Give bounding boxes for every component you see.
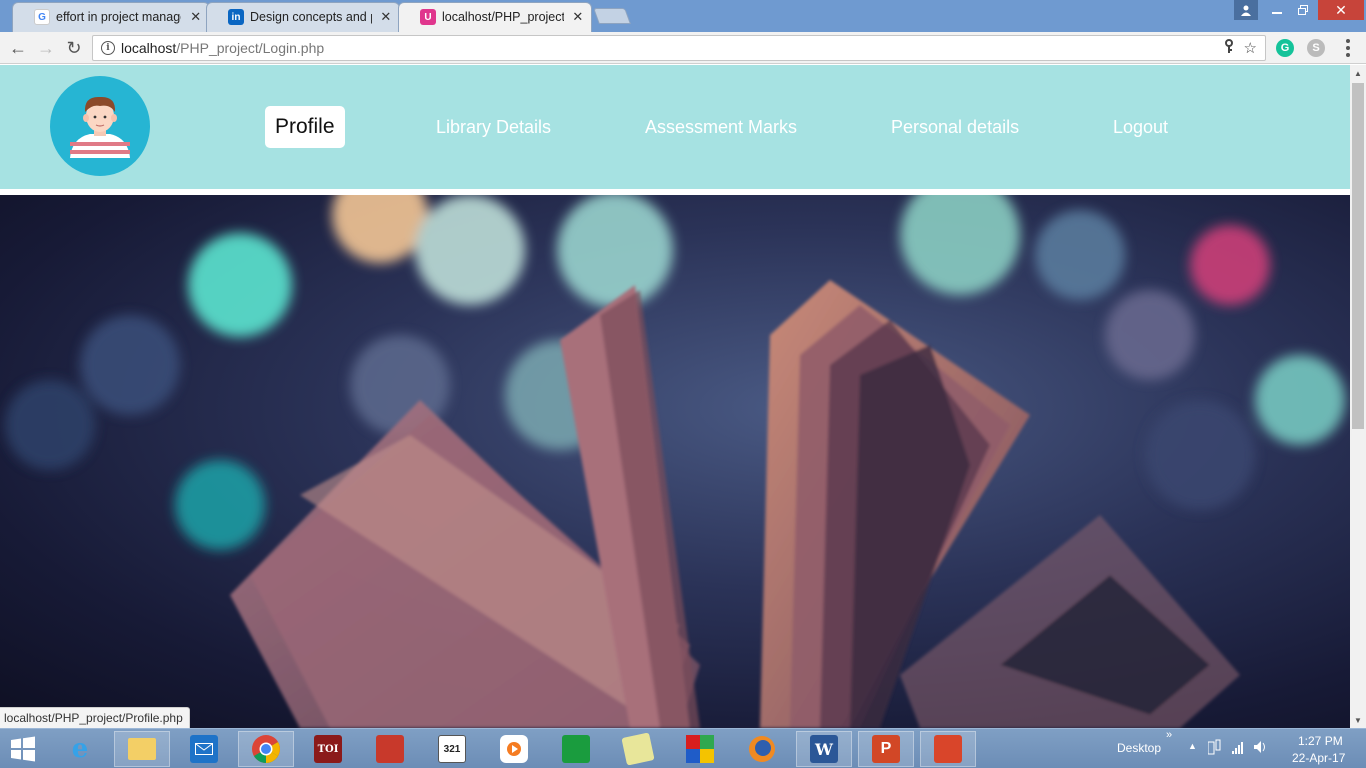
media-player-icon[interactable] [486,731,542,767]
skype-icon[interactable]: S [1307,39,1325,57]
acrobat-icon[interactable] [920,731,976,767]
tab-3[interactable]: U localhost/PHP_project/Lo ✕ [398,2,592,32]
clock-date[interactable]: 22-Apr-17 [1292,751,1345,765]
internet-explorer-icon[interactable]: e [52,731,108,767]
page-scrollbar[interactable]: ▲ ▼ [1350,65,1366,728]
tab-title: Design concepts and pri [250,10,372,24]
new-tab-button[interactable] [593,8,631,24]
open-book-bokeh-photo [5,195,1345,728]
colors-icon[interactable] [672,731,728,767]
clock-time[interactable]: 1:27 PM [1298,734,1343,748]
user-icon[interactable] [1234,0,1258,20]
tab-1[interactable]: G effort in project manage ✕ [12,2,210,32]
store-icon[interactable] [548,731,604,767]
minimize-icon[interactable] [1264,0,1290,20]
nav-logout[interactable]: Logout [1103,106,1178,148]
status-bar-url: localhost/PHP_project/Profile.php [0,707,190,728]
notes-icon[interactable] [610,731,666,767]
nav-profile[interactable]: Profile [265,106,345,148]
reload-icon[interactable]: ↻ [62,36,86,60]
toi-icon[interactable]: TOI [300,731,356,767]
tray-expand-icon[interactable]: ▲ [1188,741,1197,751]
hero-image [0,195,1350,728]
avatar-icon [50,76,150,176]
window-close-icon[interactable]: ✕ [1318,0,1364,20]
tab-title: effort in project manage [56,10,182,24]
scroll-up-icon[interactable]: ▲ [1350,65,1366,81]
network-icon[interactable] [1207,739,1268,758]
site-icon: U [420,9,436,25]
chevron-right-icon[interactable]: » [1166,729,1172,741]
address-bar[interactable]: i localhost/PHP_project/Login.php ☆ [92,35,1266,61]
close-icon[interactable]: ✕ [572,9,584,25]
key-icon[interactable] [1224,39,1234,57]
word-icon[interactable]: W [796,731,852,767]
mail-icon[interactable] [176,731,232,767]
tab-strip: G effort in project manage ✕ in Design c… [0,0,1366,32]
url-host: localhost [121,40,177,56]
linkedin-icon: in [228,9,244,25]
tab-title: localhost/PHP_project/Lo [442,10,564,24]
windows-taskbar: e TOI 321 W P Desktop » ▲ 1:27 PM 22-Apr… [0,728,1366,768]
page-viewport: Profile Library Details Assessment Marks… [0,65,1350,728]
calendar-321-icon[interactable]: 321 [424,731,480,767]
info-icon[interactable]: i [101,41,115,55]
chrome-icon[interactable] [238,731,294,767]
close-icon[interactable]: ✕ [380,9,392,25]
scroll-down-icon[interactable]: ▼ [1350,712,1366,728]
scroll-thumb[interactable] [1352,83,1364,429]
file-explorer-icon[interactable] [114,731,170,767]
restore-icon[interactable] [1290,0,1316,20]
nav-assessment-marks[interactable]: Assessment Marks [635,106,807,148]
desktop-toolbar-label[interactable]: Desktop [1117,741,1161,755]
nav-library-details[interactable]: Library Details [426,106,561,148]
nav-personal-details[interactable]: Personal details [881,106,1029,148]
presentation-icon[interactable] [362,731,418,767]
menu-icon[interactable] [1340,38,1356,58]
google-icon: G [34,9,50,25]
back-icon[interactable]: ← [6,36,30,60]
tab-2[interactable]: in Design concepts and pri ✕ [206,2,400,32]
windows-start-icon[interactable] [8,735,40,763]
close-icon[interactable]: ✕ [189,9,202,25]
forward-icon[interactable]: → [34,36,58,60]
site-header: Profile Library Details Assessment Marks… [0,65,1350,189]
grammarly-icon[interactable]: G [1276,39,1294,57]
url-path: /PHP_project/Login.php [176,40,325,56]
browser-toolbar: ← → ↻ i localhost/PHP_project/Login.php … [0,32,1366,64]
powerpoint-icon[interactable]: P [858,731,914,767]
bookmark-star-icon[interactable]: ☆ [1244,39,1257,57]
firefox-icon[interactable] [734,731,790,767]
